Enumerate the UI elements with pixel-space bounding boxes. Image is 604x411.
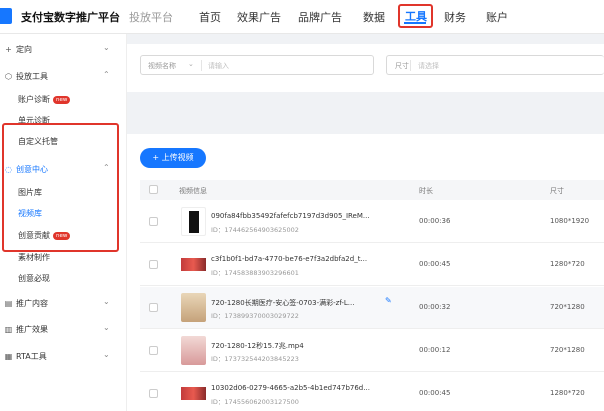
upload-video-button[interactable]: + 上传视频: [140, 148, 206, 168]
video-duration: 00:00:45: [419, 260, 451, 268]
upload-button-label: 上传视频: [161, 153, 194, 162]
table-row[interactable]: c3f1b0f1-bd7a-4770-be76-e7f3a2dbfa2d_t..…: [140, 244, 604, 286]
table-row[interactable]: 720-1280-12秒15.7兆.mp4 ID：173732544203845…: [140, 330, 604, 372]
divider: [201, 60, 202, 71]
nav-home[interactable]: 首页: [199, 9, 221, 25]
row-checkbox[interactable]: [149, 217, 158, 226]
row-checkbox[interactable]: [149, 346, 158, 355]
sidebar-label: 推广效果: [16, 325, 48, 334]
header-duration: 时长: [419, 187, 433, 195]
table-row[interactable]: 090fa84fbb35492fafefcb7197d3d905_IReM...…: [140, 201, 604, 243]
chevron-down-icon: ⌄: [188, 60, 194, 68]
video-duration: 00:00:32: [419, 303, 451, 311]
video-size: 1280*720: [550, 260, 585, 268]
nav-finance[interactable]: 财务: [444, 9, 466, 25]
table-row[interactable]: 720-1280长期医疗-安心签-0703-满彩-zf-L... ✎ ID：17…: [140, 287, 604, 329]
video-list-card: + 上传视频 视频信息 时长 尺寸 090fa84fbb35492fafefcb…: [127, 134, 604, 411]
nav-brand-ads[interactable]: 品牌广告: [298, 9, 342, 25]
chart-icon: ▥: [4, 325, 13, 334]
row-checkbox[interactable]: [149, 260, 158, 269]
video-duration: 00:00:36: [419, 217, 451, 225]
header-video-info: 视频信息: [179, 187, 207, 195]
chevron-down-icon: ⌄: [103, 350, 110, 359]
creative-center-highlight: [2, 123, 119, 252]
size-filter[interactable]: 尺寸 请选择: [386, 55, 604, 75]
video-size: 1280*720: [550, 389, 585, 397]
sidebar-item-creative-must[interactable]: 创意必现: [18, 273, 50, 284]
video-thumbnail[interactable]: [181, 336, 206, 365]
chevron-down-icon: ⌄: [103, 297, 110, 306]
new-badge: new: [53, 96, 71, 104]
video-thumbnail[interactable]: [181, 293, 206, 322]
sidebar-item-account-diagnosis[interactable]: 账户诊断 new: [18, 94, 71, 105]
video-name: 090fa84fbb35492fafefcb7197d3d905_IReM...: [211, 212, 370, 220]
video-name-filter[interactable]: 视频名称 ⌄ 请输入: [140, 55, 374, 75]
chevron-down-icon: ⌄: [103, 323, 110, 332]
video-id: ID：173732544203845223: [211, 355, 299, 363]
sidebar-label: 投放工具: [16, 72, 48, 81]
brand-title: 支付宝数字推广平台: [21, 11, 120, 24]
document-icon: ▤: [4, 299, 13, 308]
video-id: ID：174462564903625002: [211, 226, 299, 234]
video-thumbnail[interactable]: [181, 207, 206, 236]
video-thumbnail[interactable]: [181, 250, 206, 279]
video-name-input[interactable]: 请输入: [208, 61, 229, 71]
logo: [0, 8, 12, 24]
chevron-down-icon: ⌄: [103, 43, 110, 52]
video-size: 1080*1920: [550, 217, 590, 225]
sidebar-label: RTA工具: [16, 352, 47, 361]
nav-active-underline: [404, 22, 426, 24]
nav-data[interactable]: 数据: [363, 9, 385, 25]
sidebar-label: 定向: [16, 45, 32, 54]
video-name: 720-1280长期医疗-安心签-0703-满彩-zf-L...: [211, 299, 355, 307]
size-label: 尺寸: [395, 62, 409, 70]
filter-field-select[interactable]: 视频名称: [148, 61, 176, 71]
sidebar-label: 账户诊断: [18, 95, 50, 104]
video-name: 720-1280-12秒15.7兆.mp4: [211, 342, 304, 350]
video-id: ID：173899370003029722: [211, 312, 299, 320]
video-name: 10302d06-0279-4665-a2b5-4b1ed747b76d...: [211, 384, 370, 392]
sidebar-item-delivery-tools[interactable]: ⬡ 投放工具 ⌃: [0, 69, 127, 85]
video-thumbnail[interactable]: [181, 379, 206, 408]
row-checkbox[interactable]: [149, 303, 158, 312]
video-size: 720*1280: [550, 303, 585, 311]
sidebar-item-targeting[interactable]: + 定向 ⌄: [0, 42, 127, 58]
plus-icon: +: [5, 45, 12, 54]
video-name: c3f1b0f1-bd7a-4770-be76-e7f3a2dbfa2d_t..…: [211, 255, 368, 263]
hexagon-icon: ⬡: [5, 72, 12, 81]
video-size: 720*1280: [550, 346, 585, 354]
sidebar-item-promo-content[interactable]: ▤ 推广内容 ⌄: [0, 296, 127, 312]
chevron-up-icon: ⌃: [103, 70, 110, 79]
size-select[interactable]: 请选择: [418, 61, 439, 71]
sidebar-item-material-production[interactable]: 素材制作: [18, 252, 50, 263]
nav-account[interactable]: 账户: [486, 9, 508, 25]
video-duration: 00:00:45: [419, 389, 451, 397]
sidebar-item-promo-effect[interactable]: ▥ 推广效果 ⌄: [0, 322, 127, 338]
row-checkbox[interactable]: [149, 389, 158, 398]
table-row[interactable]: 10302d06-0279-4665-a2b5-4b1ed747b76d... …: [140, 373, 604, 411]
filter-card: 视频名称 ⌄ 请输入 尺寸 请选择: [127, 44, 604, 92]
top-header: 支付宝数字推广平台 投放平台 首页 效果广告 品牌广告 数据 工具 财务 账户: [0, 0, 604, 34]
select-all-checkbox[interactable]: [149, 185, 158, 194]
video-id: ID：174583883903296601: [211, 269, 299, 277]
edit-icon[interactable]: ✎: [385, 296, 392, 305]
table-header: 视频信息 时长 尺寸: [140, 180, 604, 200]
divider: [410, 60, 411, 71]
sidebar-item-rta-tools[interactable]: ▦ RTA工具 ⌄: [0, 349, 127, 365]
grid-icon: ▦: [4, 352, 13, 361]
header-size: 尺寸: [550, 187, 564, 195]
sidebar-label: 推广内容: [16, 299, 48, 308]
video-id: ID：174556062003127500: [211, 398, 299, 406]
platform-title: 投放平台: [129, 11, 173, 24]
video-duration: 00:00:12: [419, 346, 451, 354]
nav-performance-ads[interactable]: 效果广告: [237, 9, 281, 25]
